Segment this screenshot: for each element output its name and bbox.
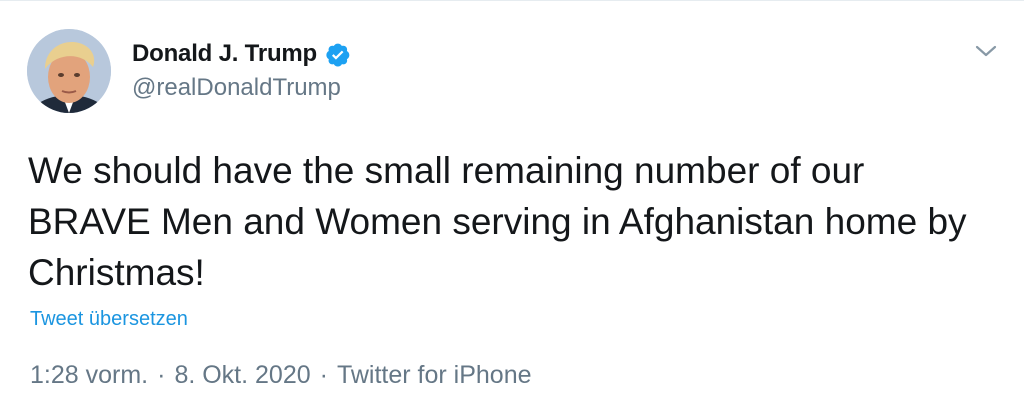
tweet-source[interactable]: Twitter for iPhone xyxy=(337,361,532,390)
verified-badge-icon xyxy=(324,41,351,68)
translate-tweet-link[interactable]: Tweet übersetzen xyxy=(30,308,188,331)
display-name[interactable]: Donald J. Trump xyxy=(132,40,317,68)
profile-photo-icon xyxy=(27,29,111,113)
user-info: Donald J. Trump @realDonaldTrump xyxy=(132,37,351,102)
name-row: Donald J. Trump xyxy=(132,37,351,71)
tweet-time[interactable]: 1:28 vorm. xyxy=(30,361,148,390)
tweet-meta: 1:28 vorm. · 8. Okt. 2020 · Twitter for … xyxy=(30,361,532,390)
tweet-card: Donald J. Trump @realDonaldTrump We shou… xyxy=(0,0,1024,414)
chevron-down-icon[interactable] xyxy=(972,39,1000,63)
meta-separator: · xyxy=(157,361,166,389)
meta-separator: · xyxy=(319,361,328,389)
tweet-text: We should have the small remaining numbe… xyxy=(28,150,967,293)
tweet-date[interactable]: 8. Okt. 2020 xyxy=(174,361,310,390)
avatar[interactable] xyxy=(27,29,111,113)
user-handle[interactable]: @realDonaldTrump xyxy=(132,74,351,102)
